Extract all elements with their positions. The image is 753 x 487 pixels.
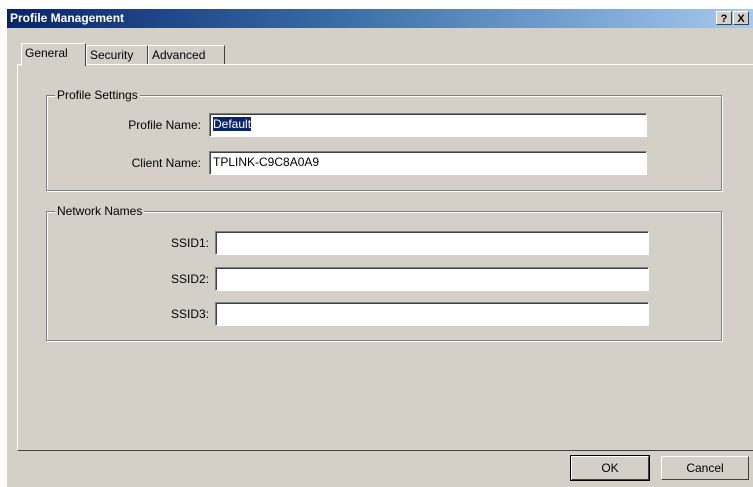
profile-management-dialog: Profile Management ? X General Security … — [6, 8, 753, 487]
client-name-field[interactable]: TPLINK-C9C8A0A9 — [209, 151, 647, 175]
ok-button[interactable]: OK — [570, 455, 650, 481]
tab-advanced[interactable]: Advanced — [148, 45, 225, 65]
ssid3-label: SSID3: — [170, 307, 209, 321]
profile-name-value: Default — [213, 117, 252, 131]
ssid2-field[interactable] — [215, 267, 649, 291]
tab-panel-general: Profile Settings Profile Name: Default C… — [17, 64, 753, 451]
close-button[interactable]: X — [733, 11, 749, 25]
help-button[interactable]: ? — [716, 11, 732, 25]
client-name-label: Client Name: — [131, 156, 201, 170]
title-bar: Profile Management ? X — [7, 9, 753, 28]
cancel-button[interactable]: Cancel — [661, 456, 749, 480]
window-title: Profile Management — [10, 11, 125, 25]
ssid1-field[interactable] — [215, 231, 649, 255]
network-names-group: Network Names SSID1: SSID2: SSID3: — [46, 204, 722, 341]
network-names-title: Network Names — [55, 204, 145, 218]
tab-security[interactable]: Security — [86, 45, 148, 65]
ssid2-label: SSID2: — [170, 272, 209, 286]
tab-general[interactable]: General — [21, 43, 86, 66]
profile-settings-group: Profile Settings Profile Name: Default C… — [46, 88, 722, 191]
ssid1-label: SSID1: — [170, 236, 209, 250]
profile-name-label: Profile Name: — [128, 118, 201, 132]
ssid3-field[interactable] — [215, 302, 649, 326]
profile-settings-title: Profile Settings — [55, 88, 140, 102]
profile-name-field[interactable]: Default — [209, 113, 647, 137]
